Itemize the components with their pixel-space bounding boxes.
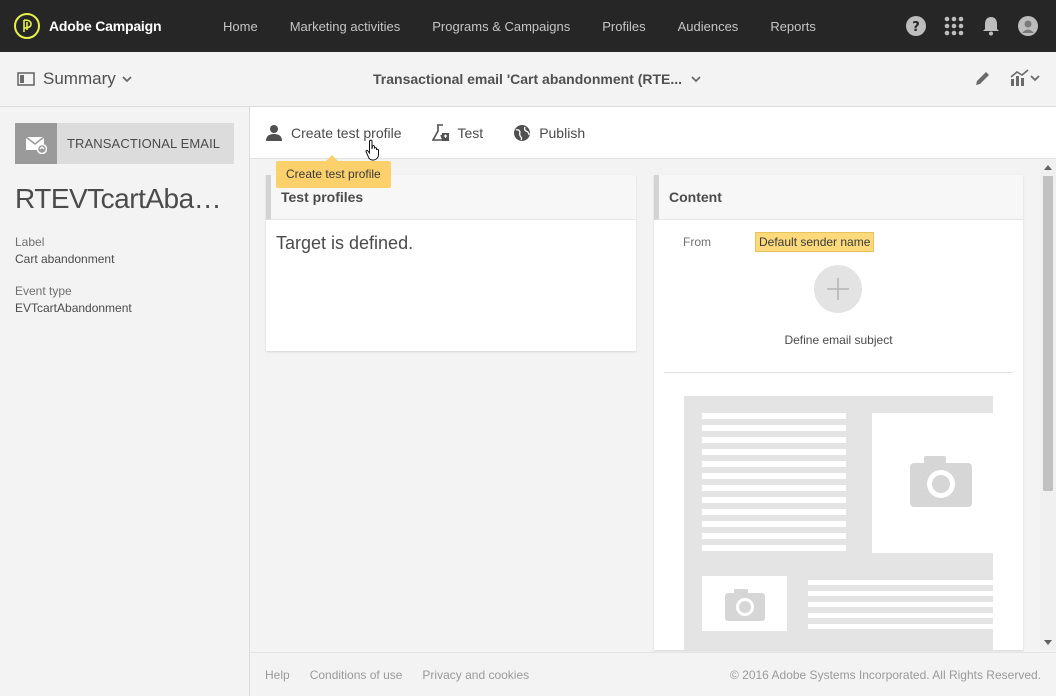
content-title: Content: [654, 175, 1023, 220]
apps-grid-icon[interactable]: [944, 16, 964, 36]
event-type-field-value: EVTcartAbandonment: [15, 301, 132, 315]
help-icon[interactable]: ?: [906, 16, 926, 36]
publish-button[interactable]: Publish: [513, 124, 585, 142]
footer-link-conditions[interactable]: Conditions of use: [310, 668, 403, 682]
from-label: From: [683, 235, 711, 249]
add-subject-button[interactable]: [814, 265, 862, 313]
scroll-thumb[interactable]: [1043, 176, 1053, 491]
delivery-type-badge: TRANSACTIONAL EMAIL: [15, 123, 234, 164]
divider: [664, 372, 1013, 373]
test-profiles-card[interactable]: Test profiles Target is defined.: [266, 175, 636, 351]
test-profiles-status: Target is defined.: [276, 233, 414, 253]
main-scrollbar[interactable]: [1040, 160, 1056, 650]
email-content-preview[interactable]: [684, 396, 993, 650]
transactional-email-icon: [15, 123, 57, 164]
summary-panel-icon: [17, 72, 35, 86]
chevron-down-icon: [691, 75, 701, 82]
content-card: Content From Default sender name Define …: [654, 175, 1023, 650]
summary-dropdown[interactable]: Summary: [17, 69, 132, 89]
sender-name-field[interactable]: Default sender name: [755, 232, 875, 252]
page-footer: Help Conditions of use Privacy and cooki…: [250, 652, 1056, 696]
nav-item-marketing-activities[interactable]: Marketing activities: [290, 19, 401, 34]
delivery-name: RTEVTcartAbandonment: [15, 183, 235, 214]
sub-header-actions: [956, 69, 1040, 87]
svg-text:?: ?: [912, 20, 920, 35]
main-nav-menu: Home Marketing activities Programs & Cam…: [223, 19, 848, 34]
publish-label: Publish: [539, 124, 586, 141]
label-field-label: Label: [15, 235, 45, 249]
nav-item-reports[interactable]: Reports: [770, 19, 816, 34]
app-title: Adobe Campaign: [49, 18, 162, 34]
plus-icon: [827, 278, 849, 300]
footer-link-privacy[interactable]: Privacy and cookies: [422, 668, 529, 682]
nav-item-programs-campaigns[interactable]: Programs & Campaigns: [432, 19, 570, 34]
scroll-down-arrow-icon[interactable]: [1044, 640, 1052, 646]
test-button[interactable]: Test: [431, 123, 484, 142]
hand-pointer-cursor-icon: [365, 139, 383, 166]
event-type-field-label: Event type: [15, 284, 72, 298]
document-title: Transactional email 'Cart abandonment (R…: [373, 71, 683, 87]
define-email-subject-label[interactable]: Define email subject: [654, 333, 1023, 347]
footer-link-help[interactable]: Help: [265, 668, 290, 682]
globe-icon: [513, 124, 531, 142]
test-label: Test: [457, 124, 484, 141]
top-navigation-bar: Adobe Campaign Home Marketing activities…: [0, 0, 1056, 52]
chevron-down-icon: [122, 75, 132, 82]
nav-icon-group: ?: [888, 0, 1038, 52]
scroll-up-arrow-icon[interactable]: [1044, 164, 1052, 170]
image-placeholder-camera-icon: [910, 456, 972, 507]
reports-chart-icon[interactable]: [1010, 69, 1040, 87]
document-title-dropdown[interactable]: Transactional email 'Cart abandonment (R…: [373, 71, 701, 87]
flask-icon: [431, 123, 450, 142]
user-icon: [265, 124, 283, 142]
notifications-bell-icon[interactable]: [982, 16, 1000, 36]
nav-item-audiences[interactable]: Audiences: [678, 19, 739, 34]
nav-item-home[interactable]: Home: [223, 19, 258, 34]
summary-label: Summary: [43, 69, 116, 88]
user-avatar-icon[interactable]: [1018, 16, 1038, 36]
nav-item-profiles[interactable]: Profiles: [602, 19, 645, 34]
create-test-profile-label: Create test profile: [291, 124, 402, 141]
app-logo-area[interactable]: Adobe Campaign: [0, 13, 200, 39]
label-field-value: Cart abandonment: [15, 252, 115, 266]
from-row: From Default sender name: [683, 232, 875, 252]
adobe-campaign-logo-icon: [14, 13, 40, 39]
edit-pencil-icon[interactable]: [974, 69, 992, 87]
summary-panel: TRANSACTIONAL EMAIL RTEVTcartAbandonment…: [0, 107, 250, 696]
copyright-text: © 2016 Adobe Systems Incorporated. All R…: [729, 667, 1041, 682]
delivery-type-label: TRANSACTIONAL EMAIL: [67, 136, 221, 151]
sub-header: Summary Transactional email 'Cart abando…: [0, 52, 1056, 107]
